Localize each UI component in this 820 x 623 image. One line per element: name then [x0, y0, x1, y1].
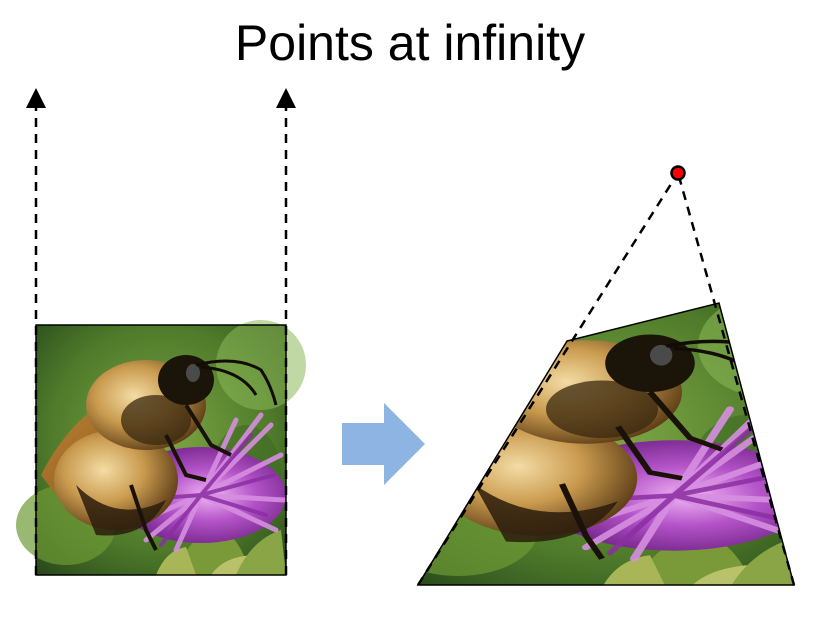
vanishing-point-marker: [670, 165, 686, 181]
slide: Points at infinity: [0, 0, 820, 623]
original-image: [16, 320, 306, 575]
right-block-arrow-icon: [342, 403, 425, 485]
points-at-infinity-diagram: [0, 88, 796, 586]
